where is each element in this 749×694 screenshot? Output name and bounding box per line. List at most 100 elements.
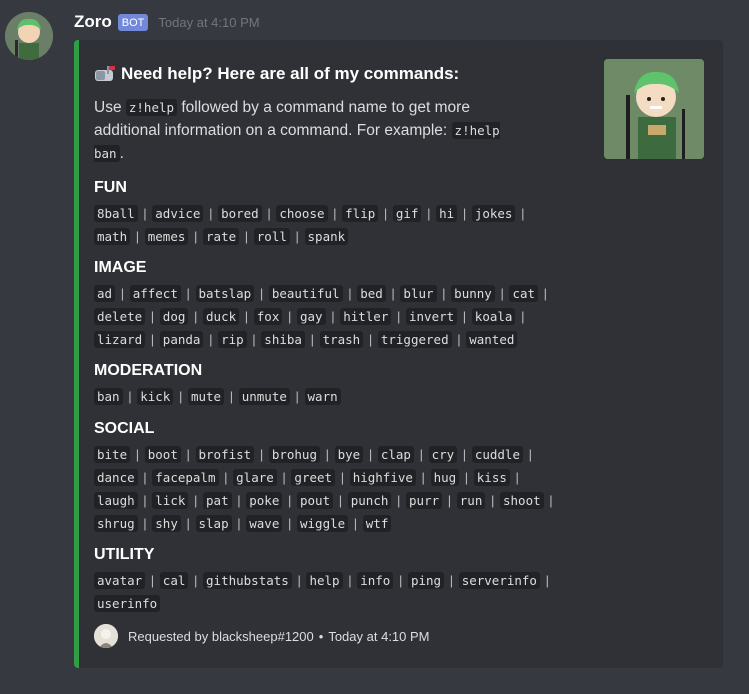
command-separator: | [348, 573, 352, 588]
command-affect: affect [129, 285, 181, 302]
field-image: IMAGE ad | affect | batslap | beautiful … [94, 258, 564, 351]
command-separator: | [143, 206, 147, 221]
command-separator: | [396, 309, 401, 324]
command-separator: | [287, 309, 292, 324]
command-boot: boot [144, 446, 181, 463]
command-batslap: batslap [195, 285, 255, 302]
command-separator: | [143, 493, 147, 508]
command-separator: | [194, 573, 198, 588]
command-separator: | [310, 332, 314, 347]
command-separator: | [447, 493, 452, 508]
command-cuddle: cuddle [471, 446, 523, 463]
command-separator: | [457, 332, 461, 347]
mailbox-icon [94, 66, 116, 82]
command-separator: | [120, 286, 125, 301]
field-fun: FUN 8ball | advice | bored | choose | fl… [94, 178, 564, 248]
command-separator: | [186, 286, 190, 301]
command-separator: | [421, 470, 425, 485]
command-separator: | [150, 309, 155, 324]
field-name: IMAGE [94, 259, 147, 276]
command-bored: bored [218, 205, 262, 222]
command-separator: | [135, 229, 140, 244]
field-moderation: MODERATION ban | kick | mute | unmute | … [94, 361, 564, 408]
command-separator: | [368, 447, 373, 462]
command-roll: roll [253, 228, 290, 245]
command-memes: memes [144, 228, 189, 245]
command-separator: | [338, 493, 343, 508]
command-separator: | [186, 516, 190, 531]
command-separator: | [244, 229, 249, 244]
command-shoot: shoot [500, 492, 544, 509]
command-separator: | [490, 493, 495, 508]
command-gay: gay [296, 308, 326, 325]
command-punch: punch [347, 492, 392, 509]
embed-title-text: Need help? Here are all of my commands: [121, 64, 460, 83]
command-separator: | [333, 206, 337, 221]
command-hitler: hitler [340, 308, 392, 325]
field-commands: ban | kick | mute | unmute | warn [94, 385, 564, 408]
field-commands: ad | affect | batslap | beautiful | bed … [94, 282, 564, 351]
command-trash: trash [319, 331, 364, 348]
command-userinfo: userinfo [94, 595, 161, 612]
command-purr: purr [406, 492, 443, 509]
command-koala: koala [471, 308, 516, 325]
command-separator: | [325, 447, 329, 462]
command-separator: | [331, 309, 335, 324]
command-wanted: wanted [466, 331, 518, 348]
command-pout: pout [297, 492, 334, 509]
field-commands: avatar | cal | githubstats | help | info… [94, 569, 564, 615]
command-separator: | [150, 332, 155, 347]
command-jokes: jokes [471, 205, 516, 222]
message-timestamp: Today at 4:10 PM [158, 14, 260, 30]
command-bed: bed [357, 285, 386, 302]
command-advice: advice [152, 205, 204, 222]
command-clap: clap [377, 446, 414, 463]
command-hug: hug [430, 469, 460, 486]
command-laugh: laugh [94, 492, 138, 509]
command-mute: mute [187, 388, 225, 405]
command-separator: | [442, 286, 446, 301]
command-separator: | [500, 286, 504, 301]
command-run: run [456, 492, 486, 509]
command-greet: greet [291, 469, 336, 486]
command-separator: | [178, 389, 183, 404]
command-lizard: lizard [94, 331, 146, 348]
command-info: info [357, 572, 394, 589]
command-separator: | [128, 389, 132, 404]
command-highfive: highfive [349, 469, 416, 486]
requester-avatar [94, 624, 118, 648]
bot-badge: BOT [117, 13, 149, 31]
command-ad: ad [94, 285, 116, 302]
username[interactable]: Zoro [74, 12, 112, 32]
command-separator: | [229, 389, 234, 404]
embed-description: Use z!help followed by a command name to… [94, 96, 514, 165]
bot-avatar[interactable] [5, 12, 53, 60]
footer-separator: • [318, 628, 324, 644]
command-math: math [94, 228, 131, 245]
command-separator: | [340, 470, 345, 485]
command-wtf: wtf [362, 515, 392, 532]
command-separator: | [209, 206, 213, 221]
command-separator: | [194, 309, 198, 324]
command-lick: lick [152, 492, 189, 509]
command-separator: | [549, 493, 553, 508]
command-separator: | [368, 332, 373, 347]
embed-title: Need help? Here are all of my commands: [94, 64, 459, 84]
footer-timestamp: Today at 4:10 PM [328, 628, 430, 644]
command-duck: duck [203, 308, 240, 325]
command-separator: | [150, 573, 155, 588]
command-hi: hi [436, 205, 458, 222]
command-separator: | [397, 493, 401, 508]
command-bunny: bunny [451, 285, 495, 302]
field-name: SOCIAL [94, 420, 155, 437]
command-gif: gif [392, 205, 422, 222]
embed-thumbnail[interactable] [604, 59, 704, 159]
field-social: SOCIAL bite | boot | brofist | brohug | … [94, 419, 564, 535]
command-ban: ban [94, 388, 123, 405]
command-separator: | [449, 573, 454, 588]
command-separator: | [464, 470, 469, 485]
command-separator: | [383, 206, 388, 221]
command-separator: | [143, 470, 147, 485]
command-glare: glare [233, 469, 277, 486]
command-separator: | [391, 286, 395, 301]
